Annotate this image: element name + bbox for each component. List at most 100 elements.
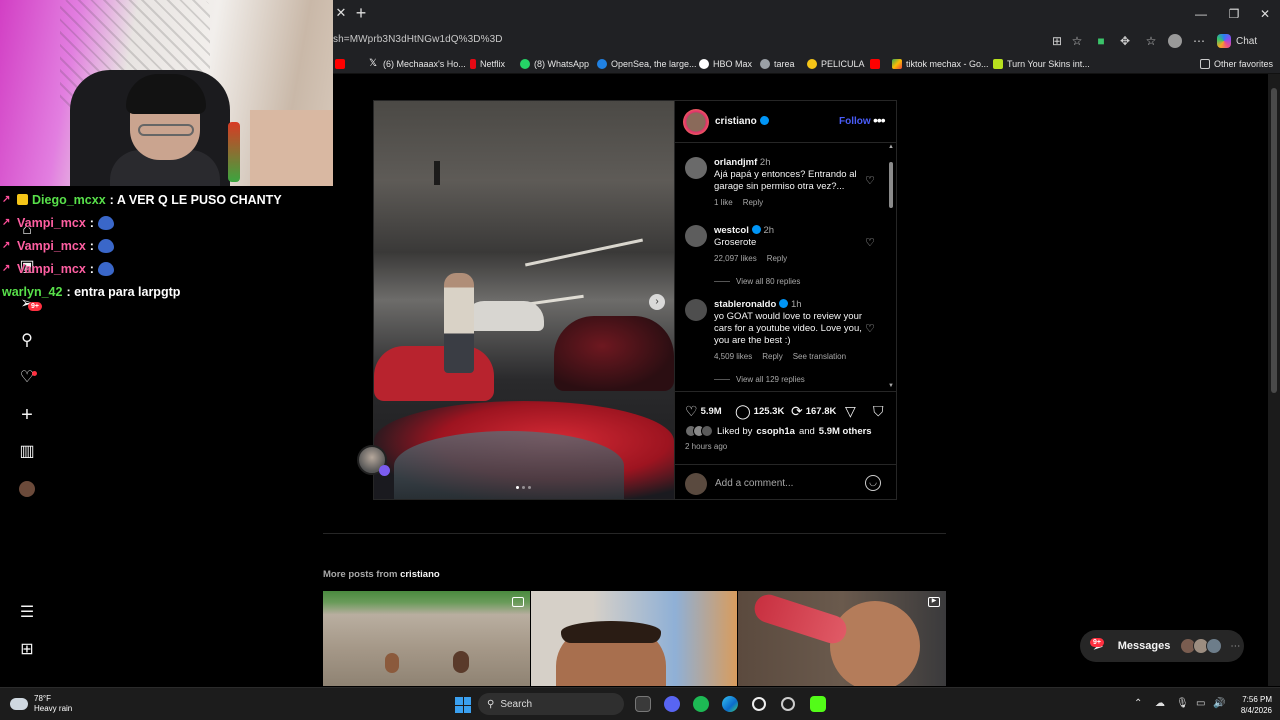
floating-avatar[interactable] [357, 445, 390, 476]
add-comment-input[interactable]: Add a comment... [715, 478, 793, 489]
commenter-avatar[interactable] [685, 157, 707, 179]
like-comment-icon[interactable]: ♡ [865, 323, 877, 335]
more-options-icon[interactable]: ••• [873, 112, 886, 128]
profile-avatar[interactable] [17, 481, 37, 501]
close-tab-icon[interactable]: ✕ [333, 5, 349, 21]
next-photo-button[interactable]: › [649, 294, 665, 310]
extensions-puzzle-icon[interactable]: ✥ [1117, 33, 1133, 49]
comment-username[interactable]: orlandjmf [714, 157, 757, 168]
more-posts-user[interactable]: cristiano [400, 569, 440, 580]
favorite-item[interactable]: 𝕏 (6) Mechaaax's Ho... [369, 57, 466, 71]
also-from-meta-icon[interactable]: ⊞ [17, 640, 37, 660]
reply-button[interactable]: Reply [767, 253, 787, 265]
favorite-item[interactable]: HBO Max [699, 57, 752, 71]
post-thumbnail[interactable]: ▶ [738, 591, 946, 686]
dashboard-icon[interactable]: ▥ [17, 442, 37, 462]
favorites-icon[interactable]: ☆ [1143, 33, 1159, 49]
author-username[interactable]: cristiano [715, 116, 769, 127]
favorite-item[interactable]: Netflix [470, 57, 505, 71]
like-comment-icon[interactable]: ♡ [865, 237, 877, 249]
close-window-button[interactable]: ✕ [1250, 6, 1280, 22]
comment-username[interactable]: westcol [714, 225, 749, 236]
comment-likes[interactable]: 4,509 likes [714, 351, 752, 363]
browser-tab-bar: ✕ + — ❐ ✕ [333, 0, 1280, 28]
spotify-icon[interactable] [693, 696, 709, 712]
youtube-favorite[interactable] [335, 57, 345, 71]
like-button[interactable]: ♡ 5.9M [685, 403, 722, 419]
liked-by-user[interactable]: csoph1a [756, 426, 795, 437]
scroll-up-arrow-icon[interactable]: ▲ [888, 144, 894, 150]
favorite-item[interactable]: tiktok mechax - Go... [892, 57, 989, 71]
save-button[interactable]: ⛉ [873, 403, 884, 419]
comment-button[interactable]: ◯ 125.3K [735, 403, 784, 419]
post-thumbnail[interactable] [323, 591, 530, 686]
create-icon[interactable]: + [17, 405, 37, 425]
menu-icon[interactable]: ☰ [17, 603, 37, 623]
youtube-favorite[interactable] [870, 57, 880, 71]
commenter-avatar[interactable] [685, 225, 707, 247]
post-thumbnail[interactable] [531, 591, 737, 686]
author-avatar[interactable] [683, 109, 709, 135]
view-replies-button[interactable]: View all 80 replies [714, 277, 800, 286]
weather-widget[interactable]: 78°F Heavy rain [10, 694, 72, 714]
microphone-icon[interactable]: 🎙 [1176, 698, 1189, 709]
onedrive-icon[interactable]: ☁ [1155, 698, 1165, 709]
commenter-avatar[interactable] [685, 299, 707, 321]
more-menu-icon[interactable]: ⋯ [1191, 33, 1207, 49]
start-windows-icon[interactable] [455, 697, 471, 713]
new-tab-button[interactable]: + [351, 3, 371, 23]
split-screen-icon[interactable]: ⊞ [1049, 33, 1065, 49]
other-favorites[interactable]: Other favorites [1200, 57, 1273, 71]
taskbar-clock[interactable]: 7:56 PM 8/4/2026 [1228, 694, 1272, 716]
messages-button[interactable]: ➢ 9+ Messages ⋯ [1080, 630, 1244, 662]
favorite-item[interactable]: (8) WhatsApp [520, 57, 589, 71]
comment-likes[interactable]: 1 like [714, 197, 733, 209]
chat-text: : [89, 215, 94, 230]
volume-icon[interactable]: 🔊 [1213, 698, 1225, 709]
favorite-star-icon[interactable]: ☆ [1069, 33, 1085, 49]
liked-by-others[interactable]: 5.9M others [819, 426, 872, 437]
post-header: cristiano Follow ••• [675, 101, 897, 143]
comment-likes[interactable]: 22,097 likes [714, 253, 757, 265]
kick-icon[interactable] [810, 696, 826, 712]
page-scrollbar[interactable] [1268, 74, 1280, 686]
reply-button[interactable]: Reply [762, 351, 782, 363]
page-scrollbar-thumb[interactable] [1271, 88, 1277, 393]
comment-username[interactable]: stableronaldo [714, 299, 776, 310]
extension-icon[interactable]: ■ [1093, 33, 1109, 49]
post-photo[interactable]: › [374, 101, 674, 499]
comments-scrollbar[interactable]: ▲ ▼ [887, 144, 895, 390]
steam-icon[interactable] [781, 697, 795, 711]
taskbar-search[interactable]: ⚲ Search [478, 693, 624, 715]
view-replies-button[interactable]: View all 129 replies [714, 375, 805, 384]
minimize-window-button[interactable]: — [1186, 6, 1216, 22]
edge-icon[interactable] [722, 696, 738, 712]
discord-icon[interactable] [664, 696, 680, 712]
opensea-icon [597, 59, 607, 69]
reply-button[interactable]: Reply [743, 197, 763, 209]
restore-window-button[interactable]: ❐ [1219, 6, 1249, 22]
divider [323, 533, 946, 534]
emoji-icon[interactable]: ◡ [865, 475, 881, 491]
scrollbar-thumb[interactable] [889, 162, 893, 208]
favorite-item[interactable]: Turn Your Skins int... [993, 57, 1090, 71]
task-view-icon[interactable] [635, 696, 651, 712]
network-icon[interactable]: ▭ [1196, 698, 1205, 709]
obs-icon[interactable] [752, 697, 766, 711]
favorite-item[interactable]: tarea [760, 57, 795, 71]
see-translation-button[interactable]: See translation [793, 351, 846, 363]
profile-avatar[interactable] [1168, 34, 1182, 48]
copilot-chat-button[interactable]: Chat [1217, 32, 1257, 50]
tray-overflow-icon[interactable]: ⌃ [1134, 698, 1142, 709]
scroll-down-arrow-icon[interactable]: ▼ [888, 383, 894, 389]
comment-time: 2h [759, 157, 771, 168]
like-comment-icon[interactable]: ♡ [865, 175, 877, 187]
repost-button[interactable]: ⟳ 167.8K [791, 403, 836, 419]
search-icon[interactable]: ⚲ [17, 331, 37, 351]
favorite-item[interactable]: OpenSea, the large... [597, 57, 697, 71]
favorite-item[interactable]: PELICULA [807, 57, 865, 71]
chat-text: : [89, 238, 94, 253]
share-button[interactable]: ▽ [845, 403, 856, 419]
url-field[interactable]: sh=MWprb3N3dHtNGw1dQ%3D%3D [333, 34, 503, 45]
follow-button[interactable]: Follow [839, 116, 871, 127]
